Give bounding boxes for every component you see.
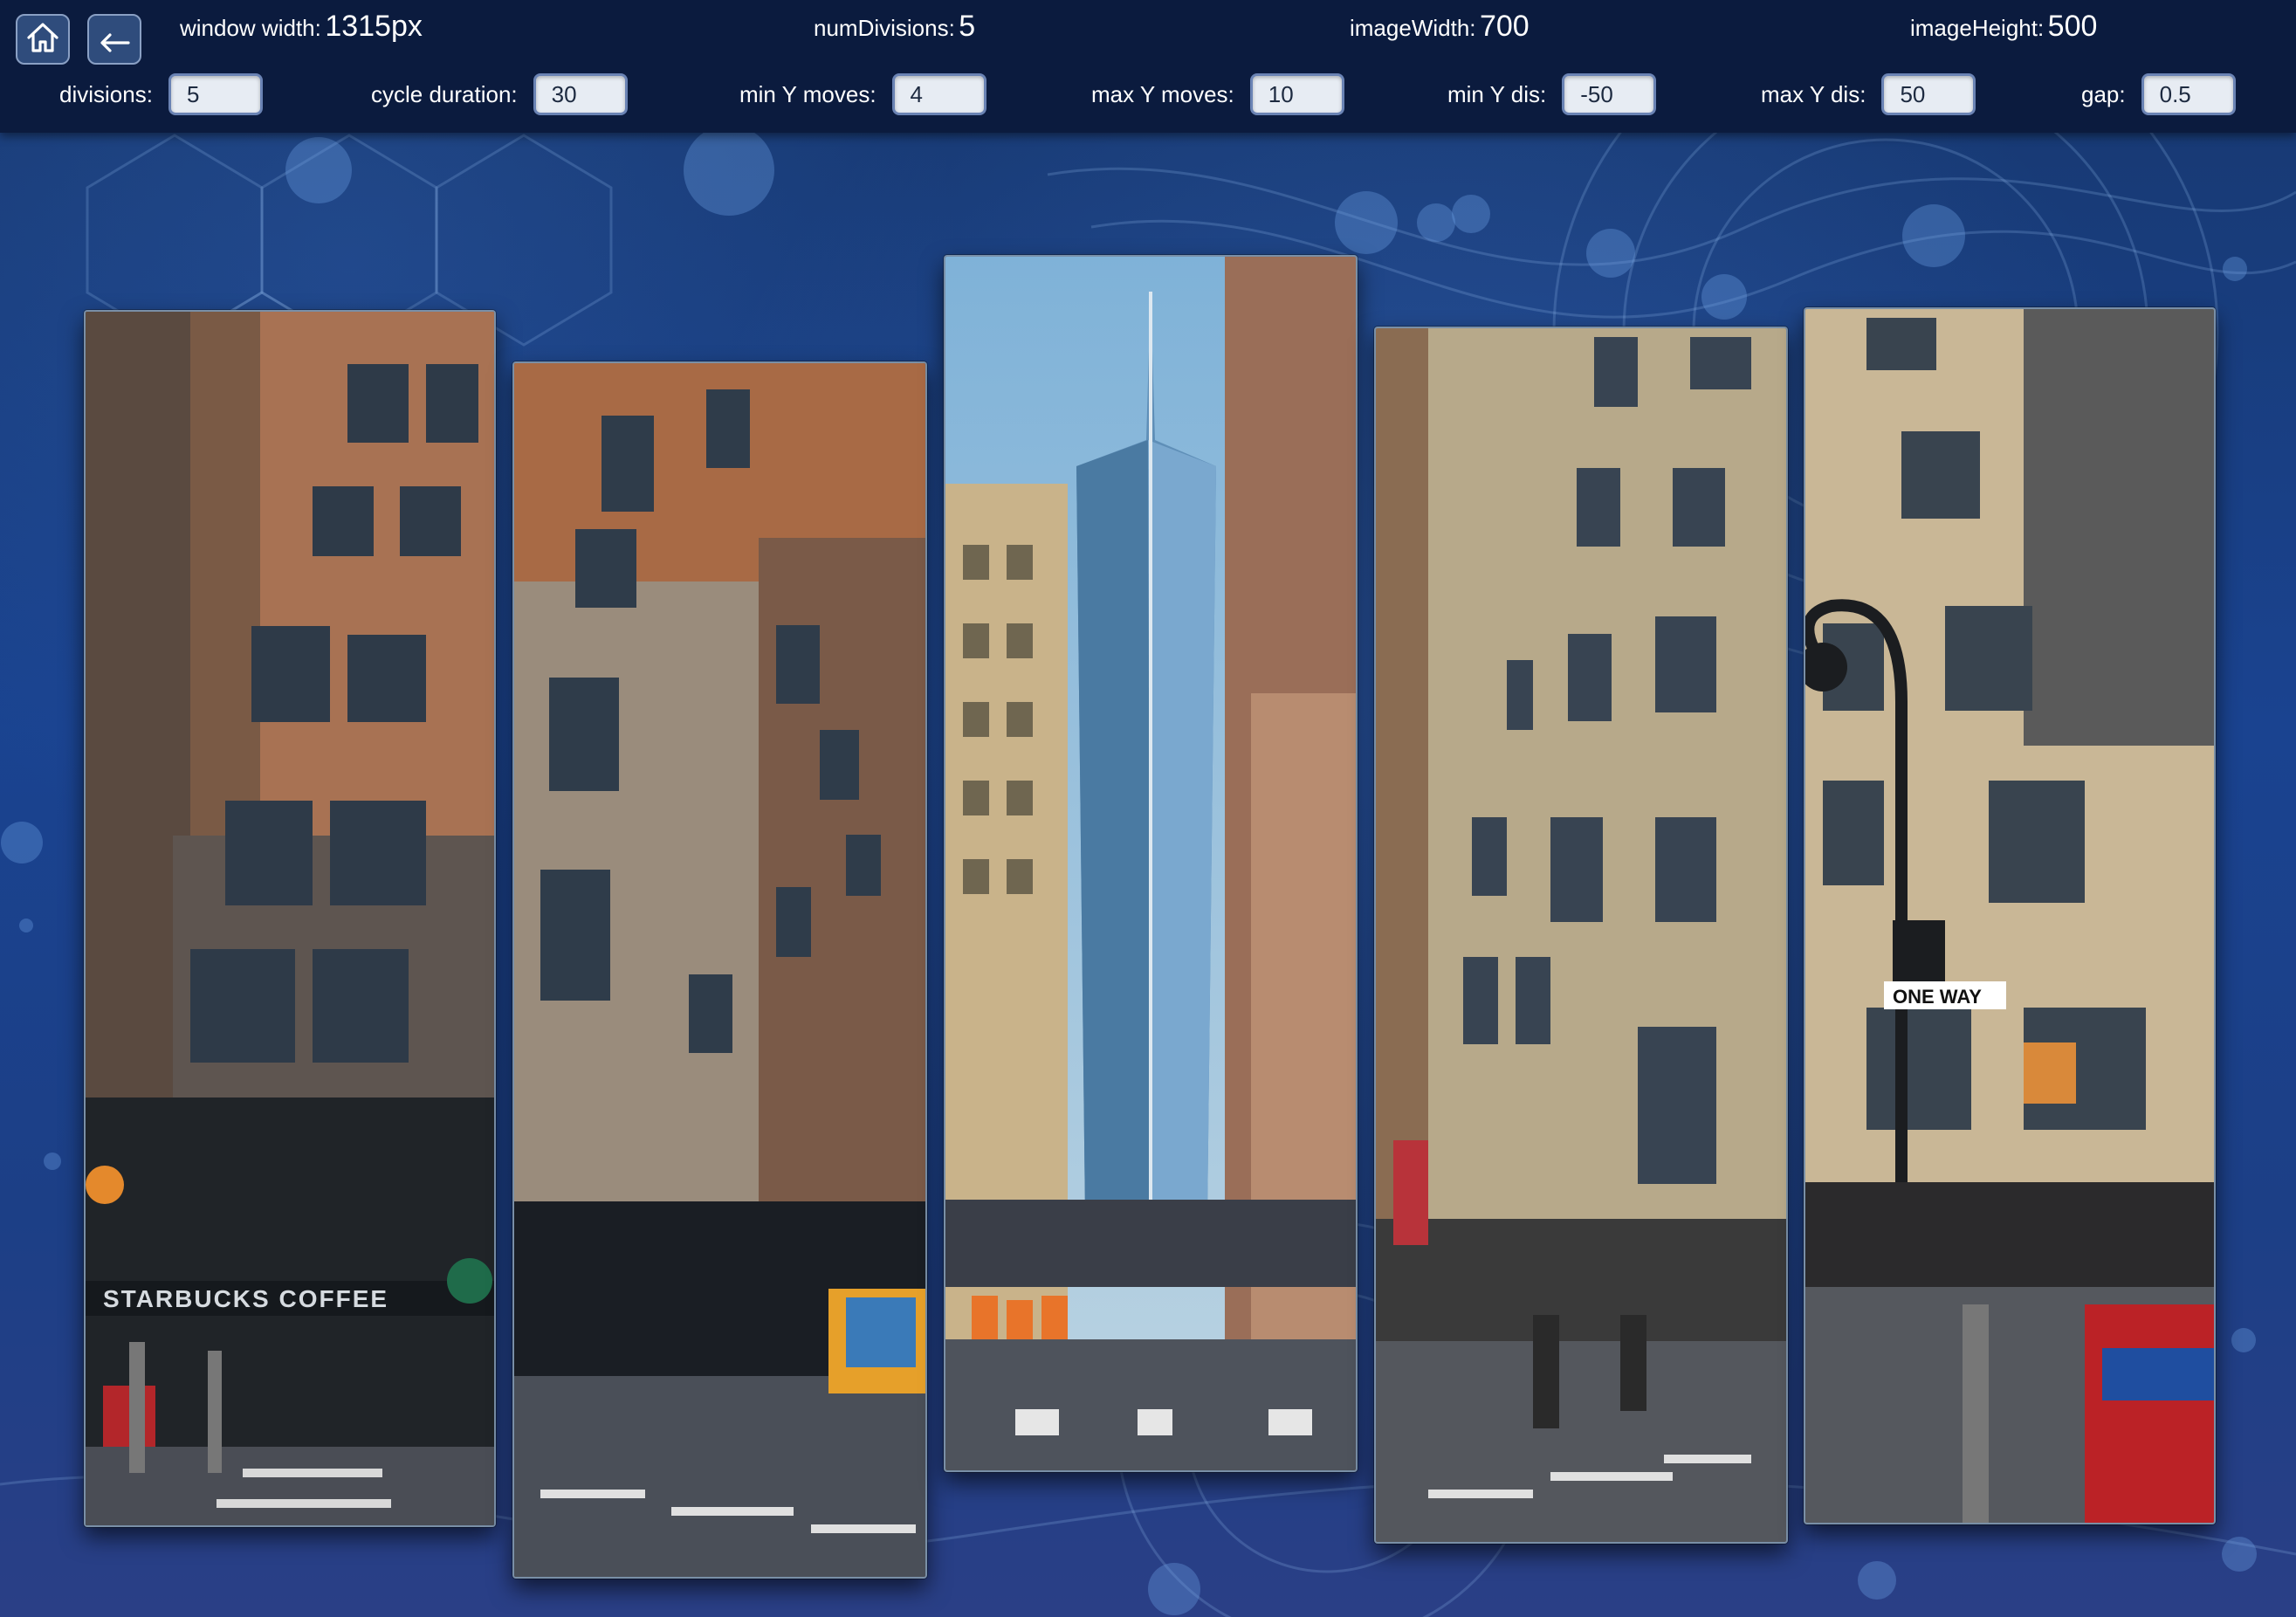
home-button[interactable] [16, 14, 70, 65]
image-width-readout: imageWidth: 700 [1350, 7, 1530, 52]
min-y-dis-control: min Y dis: [1447, 73, 1657, 115]
divisions-input[interactable] [168, 73, 263, 115]
control-toolbar: window width: 1315px numDivisions: 5 ima… [0, 0, 2296, 133]
one-way-sign: ONE WAY [1893, 986, 1982, 1008]
starbucks-sign: STARBUCKS COFFEE [103, 1285, 388, 1312]
image-strip-2 [512, 361, 927, 1579]
divisions-control: divisions: [59, 73, 263, 115]
max-y-dis-control: max Y dis: [1761, 73, 1976, 115]
min-y-dis-input[interactable] [1562, 73, 1657, 115]
cycle-duration-input[interactable] [533, 73, 628, 115]
image-height-value: 500 [2047, 10, 2098, 43]
image-width-value: 700 [1479, 10, 1530, 43]
window-width-label: window width: [180, 15, 321, 41]
min-y-moves-label: min Y moves: [739, 80, 876, 107]
image-strip-4 [1374, 327, 1788, 1544]
min-y-moves-input[interactable] [891, 73, 986, 115]
gap-label: gap: [2081, 80, 2126, 107]
window-width-readout: window width: 1315px [180, 7, 423, 52]
gap-input[interactable] [2141, 73, 2236, 115]
back-button[interactable] [87, 14, 141, 65]
image-strip-1: STARBUCKS COFFEE [84, 310, 496, 1527]
max-y-moves-label: max Y moves: [1091, 80, 1234, 107]
window-width-value: 1315px [325, 10, 423, 43]
min-y-moves-control: min Y moves: [739, 73, 986, 115]
max-y-dis-input[interactable] [1881, 73, 1976, 115]
num-divisions-label: numDivisions: [814, 15, 955, 41]
num-divisions-readout: numDivisions: 5 [814, 7, 975, 52]
cycle-duration-label: cycle duration: [371, 80, 518, 107]
image-height-readout: imageHeight: 500 [1910, 7, 2097, 52]
divisions-label: divisions: [59, 80, 153, 107]
max-y-moves-input[interactable] [1249, 73, 1344, 115]
cycle-duration-control: cycle duration: [371, 73, 628, 115]
min-y-dis-label: min Y dis: [1447, 80, 1547, 107]
num-divisions-value: 5 [959, 10, 976, 43]
image-width-label: imageWidth: [1350, 15, 1476, 41]
image-strip-5: ONE WAY [1804, 307, 2216, 1524]
image-height-label: imageHeight: [1910, 15, 2045, 41]
image-strip-3 [944, 255, 1358, 1472]
max-y-dis-label: max Y dis: [1761, 80, 1866, 107]
undo-arrow-icon [95, 18, 134, 61]
gap-control: gap: [2081, 73, 2236, 115]
home-icon [24, 18, 62, 61]
max-y-moves-control: max Y moves: [1091, 73, 1344, 115]
